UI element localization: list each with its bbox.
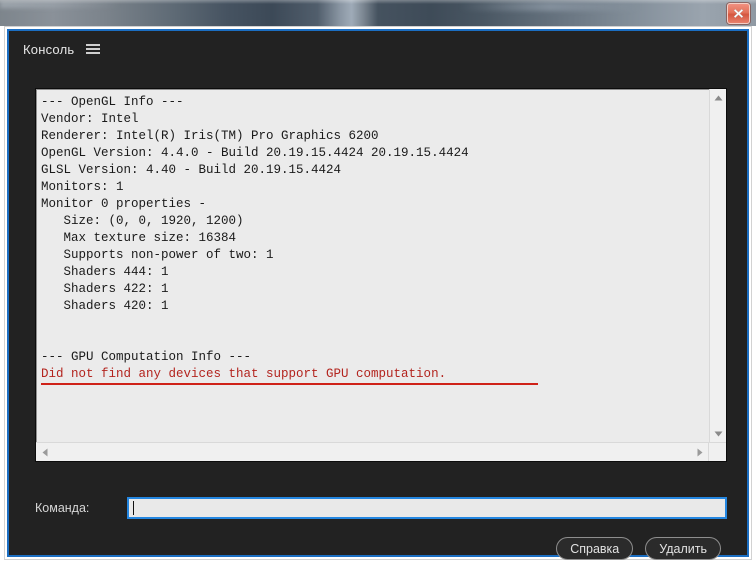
console-line: OpenGL Version: 4.4.0 - Build 20.19.15.4… <box>41 146 469 160</box>
command-row: Команда: <box>35 497 727 519</box>
console-log-lines: --- OpenGL Info --- Vendor: Intel Renderer… <box>41 94 709 385</box>
hamburger-menu-icon[interactable] <box>86 44 101 54</box>
help-button[interactable]: Справка <box>556 537 634 560</box>
console-line: GLSL Version: 4.40 - Build 20.19.15.4424 <box>41 163 342 177</box>
scroll-up-arrow-icon[interactable] <box>712 91 725 104</box>
console-line: Size: (0, 0, 1920, 1200) <box>41 214 244 228</box>
desktop-background-strip <box>0 0 756 26</box>
window-header: Консоль <box>9 31 747 67</box>
console-line: Monitor 0 properties - <box>41 197 207 211</box>
console-line: Vendor: Intel <box>41 112 139 126</box>
scroll-down-arrow-icon[interactable] <box>712 427 725 440</box>
console-line: Shaders 422: 1 <box>41 282 169 296</box>
horizontal-scrollbar-row <box>36 442 726 461</box>
desktop-highlight-band-right <box>460 2 640 11</box>
console-line: --- GPU Computation Info --- <box>41 350 252 364</box>
console-line: Shaders 444: 1 <box>41 265 169 279</box>
text-caret <box>133 501 134 515</box>
console-body: --- OpenGL Info --- Vendor: Intel Renderer… <box>36 89 726 442</box>
command-label: Команда: <box>35 501 90 515</box>
window-title: Консоль <box>23 41 75 57</box>
close-button[interactable] <box>727 3 750 24</box>
scroll-left-arrow-icon[interactable] <box>38 446 51 459</box>
console-line: --- OpenGL Info --- <box>41 95 184 109</box>
scrollbar-corner <box>708 443 726 461</box>
console-line: Shaders 420: 1 <box>41 299 169 313</box>
button-row: Справка Удалить <box>556 537 721 560</box>
desktop-highlight-band-left <box>0 1 120 8</box>
console-output-panel: --- OpenGL Info --- Vendor: Intel Renderer… <box>35 88 727 462</box>
console-line: Renderer: Intel(R) Iris(TM) Pro Graphics… <box>41 129 379 143</box>
scroll-right-arrow-icon[interactable] <box>693 446 706 459</box>
console-line: Max texture size: 16384 <box>41 231 237 245</box>
horizontal-scrollbar[interactable] <box>36 443 708 461</box>
command-input[interactable] <box>127 497 727 519</box>
delete-button[interactable]: Удалить <box>645 537 721 560</box>
close-icon <box>732 7 745 20</box>
console-error-line: Did not find any devices that support GP… <box>41 366 538 385</box>
console-window: Консоль --- OpenGL Info --- Vendor: Intel… <box>4 26 752 560</box>
console-line: Monitors: 1 <box>41 180 124 194</box>
console-line: Supports non-power of two: 1 <box>41 248 274 262</box>
vertical-scrollbar[interactable] <box>709 89 726 442</box>
console-text-area[interactable]: --- OpenGL Info --- Vendor: Intel Renderer… <box>36 89 709 442</box>
window-inner-frame: Консоль --- OpenGL Info --- Vendor: Intel… <box>7 29 749 560</box>
